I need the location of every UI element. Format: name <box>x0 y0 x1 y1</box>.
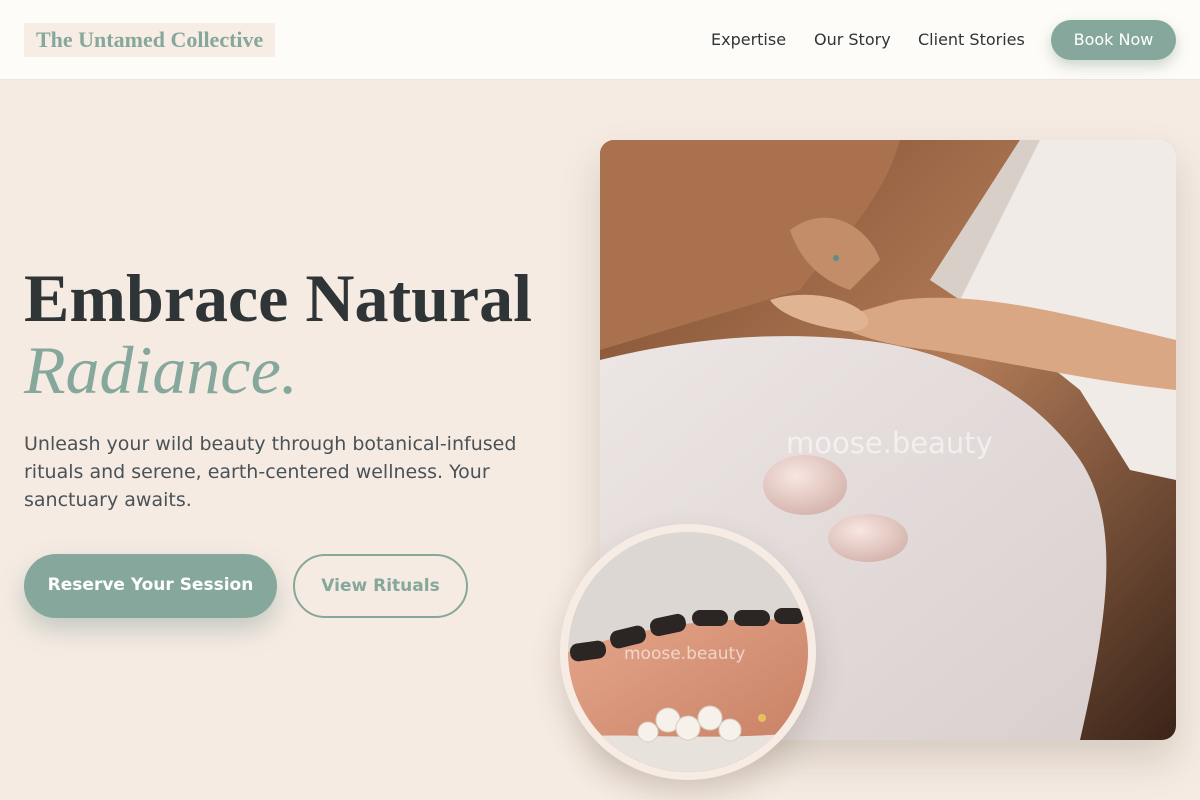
reserve-session-button[interactable]: Reserve Your Session <box>24 554 277 618</box>
site-header: The Untamed Collective Expertise Our Sto… <box>0 0 1200 80</box>
hero-title: Embrace Natural <box>24 260 533 336</box>
hero-title-accent: Radiance. <box>24 332 298 408</box>
hero-subtitle: Unleash your wild beauty through botanic… <box>24 433 517 511</box>
view-rituals-button[interactable]: View Rituals <box>293 554 468 618</box>
nav-link-our-story[interactable]: Our Story <box>814 30 891 50</box>
nav-link-client-stories[interactable]: Client Stories <box>918 30 1025 50</box>
main-photo-watermark: moose.beauty <box>786 426 993 460</box>
nav-link-expertise[interactable]: Expertise <box>711 30 786 50</box>
book-now-button[interactable]: Book Now <box>1051 20 1176 60</box>
brand-logo[interactable]: The Untamed Collective <box>24 23 276 57</box>
inset-photo-watermark: moose.beauty <box>624 644 746 664</box>
